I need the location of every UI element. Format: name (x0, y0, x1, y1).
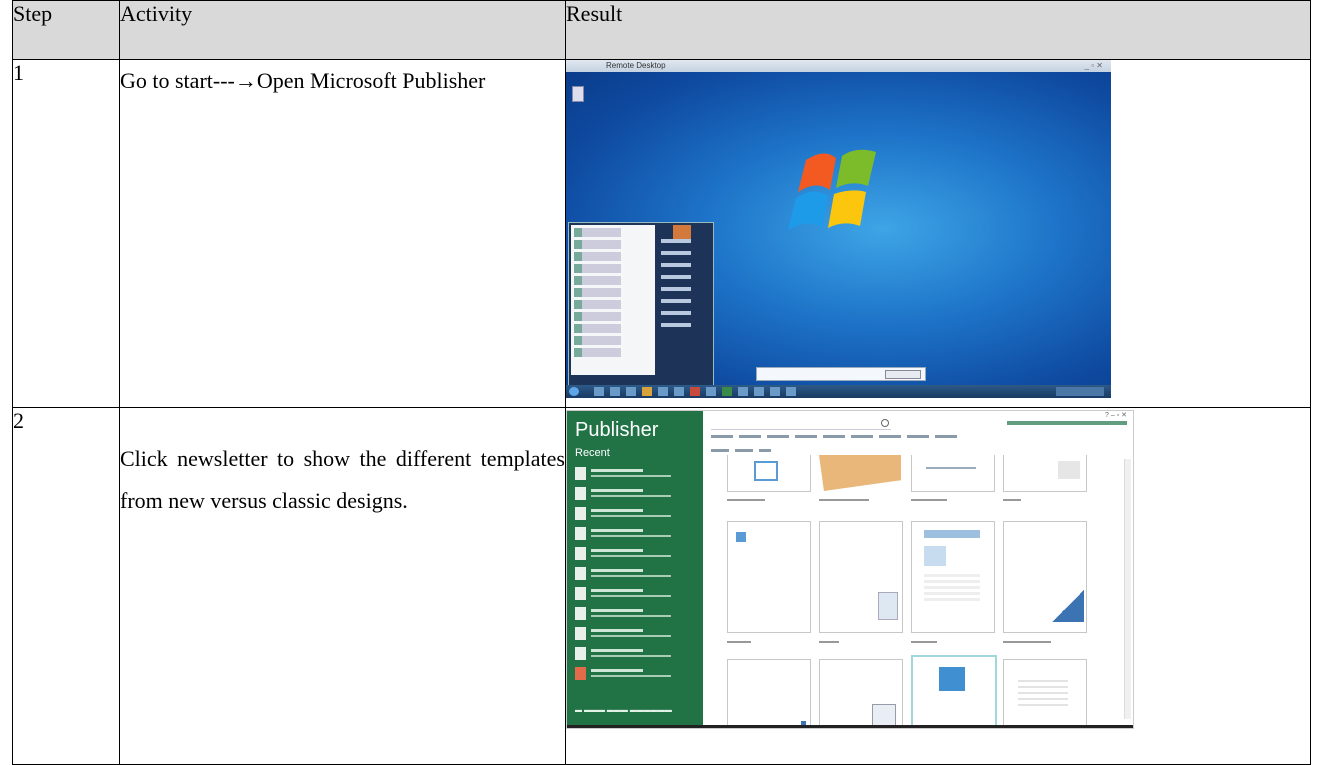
taskbar (566, 385, 1111, 398)
template-thumbnail (819, 659, 903, 728)
search-icon (881, 419, 889, 427)
recent-file (575, 467, 693, 481)
template-thumbnail (727, 455, 811, 492)
recent-file (575, 567, 693, 581)
activity-text: Click newsletter to show the different t… (120, 446, 565, 513)
recent-file (575, 527, 693, 541)
suggested-searches (711, 435, 961, 438)
window-controls: ? – ▫ ✕ (1105, 412, 1127, 419)
template-thumbnail (1003, 659, 1087, 728)
featured-builtin-tabs (711, 449, 771, 452)
template-search-box (711, 419, 891, 430)
start-menu-places (659, 231, 709, 335)
recent-file (575, 667, 693, 681)
recent-file (575, 587, 693, 601)
template-thumbnail-selected (911, 655, 997, 728)
scrollbar (1124, 459, 1131, 719)
window-controls: _ ▫ ✕ (1084, 61, 1103, 70)
windows-desktop-screenshot: Remote Desktop _ ▫ ✕ (566, 60, 1111, 398)
template-thumbnail (727, 659, 811, 728)
activity-text: Go to start---→Open Microsoft Publisher (120, 68, 486, 93)
result-cell: Remote Desktop _ ▫ ✕ (565, 59, 1311, 408)
recent-file (575, 627, 693, 641)
recycle-bin-icon (572, 86, 584, 102)
start-menu (568, 222, 714, 387)
template-thumbnail (819, 455, 901, 491)
result-cell: Publisher Recent ▬ ▬▬▬ ▬▬▬ ▬▬▬▬▬▬ ? – ▫ … (565, 407, 1311, 765)
bottom-edge (567, 725, 1133, 728)
header-result: Result (565, 0, 1311, 60)
window-title: Remote Desktop (606, 61, 666, 70)
template-thumbnail (727, 521, 811, 633)
recent-file (575, 607, 693, 621)
recent-file (575, 547, 693, 561)
header-step: Step (12, 0, 120, 60)
open-other-publications-link: ▬ ▬▬▬ ▬▬▬ ▬▬▬▬▬▬ (575, 707, 672, 714)
template-thumbnail (819, 521, 903, 633)
start-orb-icon (569, 387, 579, 396)
publisher-start-screenshot: Publisher Recent ▬ ▬▬▬ ▬▬▬ ▬▬▬▬▬▬ ? – ▫ … (566, 410, 1134, 729)
recent-file (575, 507, 693, 521)
recent-file (575, 487, 693, 501)
recent-file (575, 647, 693, 661)
remote-desktop-titlebar: Remote Desktop _ ▫ ✕ (566, 60, 1111, 72)
table-header-row: Step Activity Result (12, 0, 1311, 60)
start-menu-programs (571, 225, 655, 375)
activity-cell: Click newsletter to show the different t… (119, 407, 566, 765)
template-thumbnail (911, 521, 995, 633)
table-row: 2 Click newsletter to show the different… (12, 407, 1311, 765)
steps-table: Step Activity Result 1 Go to start---→Op… (12, 0, 1311, 765)
windows-logo-icon (788, 149, 876, 230)
template-thumbnail (1003, 521, 1087, 633)
header-activity: Activity (119, 0, 566, 60)
publisher-title: Publisher (575, 419, 659, 441)
template-thumbnail (1003, 455, 1087, 492)
recent-heading: Recent (575, 447, 610, 459)
activity-cell: Go to start---→Open Microsoft Publisher (119, 59, 566, 408)
step-number: 1 (12, 59, 120, 408)
template-thumbnail (911, 455, 995, 492)
step-number: 2 (12, 407, 120, 765)
sign-in-banner (1007, 421, 1127, 425)
table-row: 1 Go to start---→Open Microsoft Publishe… (12, 59, 1311, 408)
publisher-side-pane: Publisher Recent ▬ ▬▬▬ ▬▬▬ ▬▬▬▬▬▬ (567, 411, 703, 728)
notification-balloon (756, 367, 926, 381)
